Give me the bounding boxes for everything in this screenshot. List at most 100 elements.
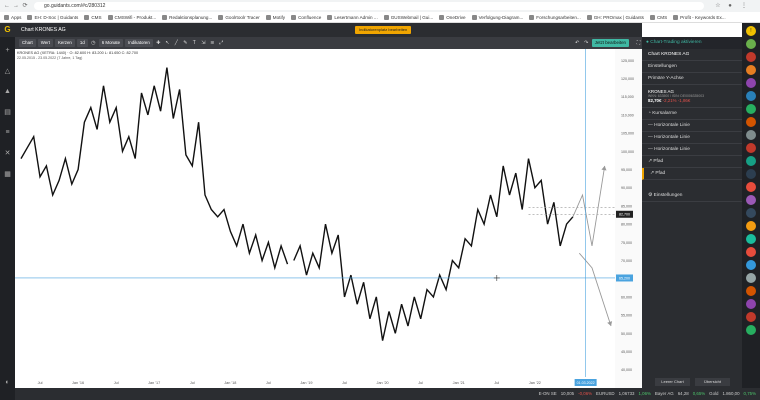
bookmark-item[interactable]: Verfolgung-Diagram... xyxy=(471,14,524,20)
interval-button[interactable]: 1d xyxy=(76,39,88,47)
bookmark-label: CMSWifi - Produkt... xyxy=(114,14,157,20)
bookmark-item[interactable]: Apps xyxy=(4,14,21,20)
user-avatar[interactable] xyxy=(746,130,756,140)
save-button[interactable]: Jetzt bearbeiten xyxy=(591,39,629,47)
measure-icon[interactable]: ⇲ xyxy=(200,39,207,47)
avatar-column: ! xyxy=(742,23,760,400)
panel-item[interactable]: ↗ Pfad xyxy=(642,156,742,168)
tab-empty-chart[interactable]: Leerer Chart xyxy=(655,378,690,386)
user-avatar[interactable] xyxy=(746,208,756,218)
bookmark-item[interactable]: CMS xyxy=(84,14,102,20)
user-avatar[interactable] xyxy=(746,143,756,153)
user-avatar[interactable] xyxy=(746,195,756,205)
footer-settings-item[interactable]: ⚙ Einstellungen xyxy=(642,190,742,202)
fullscreen-icon[interactable]: ⛶ xyxy=(635,39,642,47)
panel-item[interactable]: — Horizontale Linie xyxy=(642,144,742,156)
user-avatar[interactable] xyxy=(746,156,756,166)
cursor-icon[interactable]: ▲ xyxy=(4,88,11,95)
user-avatar[interactable] xyxy=(746,91,756,101)
user-avatar[interactable] xyxy=(746,182,756,192)
bookmark-item[interactable]: Lesertmann Admin ... xyxy=(327,14,378,20)
chart-trading-toggle[interactable]: ● Chart-Trading aktivieren xyxy=(642,37,742,49)
book-icon[interactable]: ▤ xyxy=(4,108,11,116)
tool-icon[interactable]: ✕ xyxy=(5,149,11,157)
wert-button[interactable]: Wert xyxy=(37,39,53,47)
user-avatar[interactable] xyxy=(746,65,756,75)
menu-icon[interactable]: ⋮ xyxy=(740,2,748,10)
fib-icon[interactable]: ≋ xyxy=(209,39,216,47)
panel-item-label: Kursalarme xyxy=(652,111,677,116)
crosshair-icon[interactable]: ✚ xyxy=(155,39,162,47)
back-icon[interactable]: ← xyxy=(3,2,11,10)
alert-badge[interactable]: Indikatorenplatz bearbeiten xyxy=(355,26,412,34)
user-avatar[interactable] xyxy=(746,234,756,244)
chart-canvas[interactable]: KRONES AG (XETRA: 1440) · O: 82.600 H: 8… xyxy=(15,49,642,388)
panel-item[interactable]: ↗ Pfad xyxy=(642,168,742,180)
bookmark-item[interactable]: Goolrtoolr Tracer xyxy=(218,14,260,20)
bookmark-label: Verfolgung-Diagram... xyxy=(478,14,524,20)
bookmark-item[interactable]: CMS xyxy=(649,14,667,20)
x-tick-label: Jul xyxy=(114,381,119,385)
bookmark-item[interactable]: Confluence xyxy=(291,14,321,20)
bookmark-item[interactable]: OneDrive xyxy=(439,14,466,20)
tab-overview[interactable]: Übersicht xyxy=(695,378,730,386)
status-avatar[interactable] xyxy=(746,39,756,49)
price-chart[interactable]: 125,000 120,000 115,000 110,000 105,000 100,0… xyxy=(15,49,642,388)
bookmark-item[interactable]: Forschungsarbeiten... xyxy=(529,14,581,20)
user-avatar[interactable] xyxy=(746,78,756,88)
user-avatar[interactable] xyxy=(746,325,756,335)
user-avatar[interactable] xyxy=(746,169,756,179)
line-icon[interactable]: ╱ xyxy=(173,39,180,47)
address-bar[interactable]: go.guidants.com/#c/280312 xyxy=(34,2,704,10)
bookmark-icon xyxy=(27,14,33,20)
redo-icon[interactable]: ↷ xyxy=(583,39,590,47)
user-avatar[interactable] xyxy=(746,273,756,283)
list-icon[interactable]: ≡ xyxy=(5,129,9,136)
chart-button[interactable]: Chart xyxy=(19,39,36,47)
reload-icon[interactable]: ⟳ xyxy=(21,2,29,10)
theme-icon[interactable]: ◐ xyxy=(0,379,15,386)
bookmark-item[interactable]: GUSWebmail | Gui... xyxy=(383,14,433,20)
bookmark-item[interactable]: EH: D-Soc | Guidants xyxy=(27,14,78,20)
panel-item[interactable]: — Horizontale Linie xyxy=(642,132,742,144)
cursor-date-label: 01.03.2022 xyxy=(577,381,595,385)
zoom-icon[interactable]: ⤢ xyxy=(218,39,225,47)
user-avatar[interactable] xyxy=(746,117,756,127)
panel-item[interactable]: — Horizontale Linie xyxy=(642,120,742,132)
path-down-annotation xyxy=(578,252,612,327)
bookmark-item[interactable]: CMSWifi - Produkt... xyxy=(107,14,157,20)
bookmark-item[interactable]: Profit - Keywords Ex... xyxy=(673,14,726,20)
pointer-icon[interactable]: ↖ xyxy=(164,39,171,47)
chart-icon[interactable]: △ xyxy=(5,67,10,75)
indicators-button[interactable]: Indikatoren xyxy=(125,39,153,47)
star-icon[interactable]: ☆ xyxy=(714,2,722,10)
add-icon[interactable]: + xyxy=(5,47,9,54)
x-tick-label: Jan '19 xyxy=(300,381,312,385)
bookmark-item[interactable]: Motify xyxy=(265,14,285,20)
primary-axis-item[interactable]: Primäre Y-Achse xyxy=(642,73,742,85)
user-avatar[interactable] xyxy=(746,221,756,231)
kerzen-button[interactable]: Kerzen xyxy=(54,39,75,47)
user-avatar[interactable] xyxy=(746,104,756,114)
bookmark-item[interactable]: Redaktionsplanung... xyxy=(162,14,212,20)
settings-item[interactable]: Einstellungen xyxy=(642,61,742,73)
user-avatar[interactable] xyxy=(746,299,756,309)
calc-icon[interactable]: ▦ xyxy=(4,170,11,178)
pencil-icon[interactable]: ✎ xyxy=(182,39,189,47)
panel-item[interactable]: ◔ Kursalarme xyxy=(642,108,742,120)
user-avatar[interactable] xyxy=(746,286,756,296)
clock-icon[interactable]: ◷ xyxy=(90,39,97,47)
profile-icon[interactable]: ● xyxy=(726,2,734,10)
user-avatar[interactable] xyxy=(746,312,756,322)
period-button[interactable]: 6 Monate xyxy=(98,39,124,47)
forward-icon[interactable]: → xyxy=(12,2,20,10)
user-avatar[interactable] xyxy=(746,52,756,62)
text-icon[interactable]: T xyxy=(191,39,198,47)
instrument-card[interactable]: KRONES AG WKN: 633500 / ISIN: DE00063350… xyxy=(642,85,742,108)
bookmark-icon xyxy=(84,14,90,20)
notification-badge[interactable]: ! xyxy=(746,26,756,36)
user-avatar[interactable] xyxy=(746,260,756,270)
user-avatar[interactable] xyxy=(746,247,756,257)
undo-icon[interactable]: ↶ xyxy=(574,39,581,47)
bookmark-item[interactable]: GH: PROmax | Guidants xyxy=(586,14,644,20)
